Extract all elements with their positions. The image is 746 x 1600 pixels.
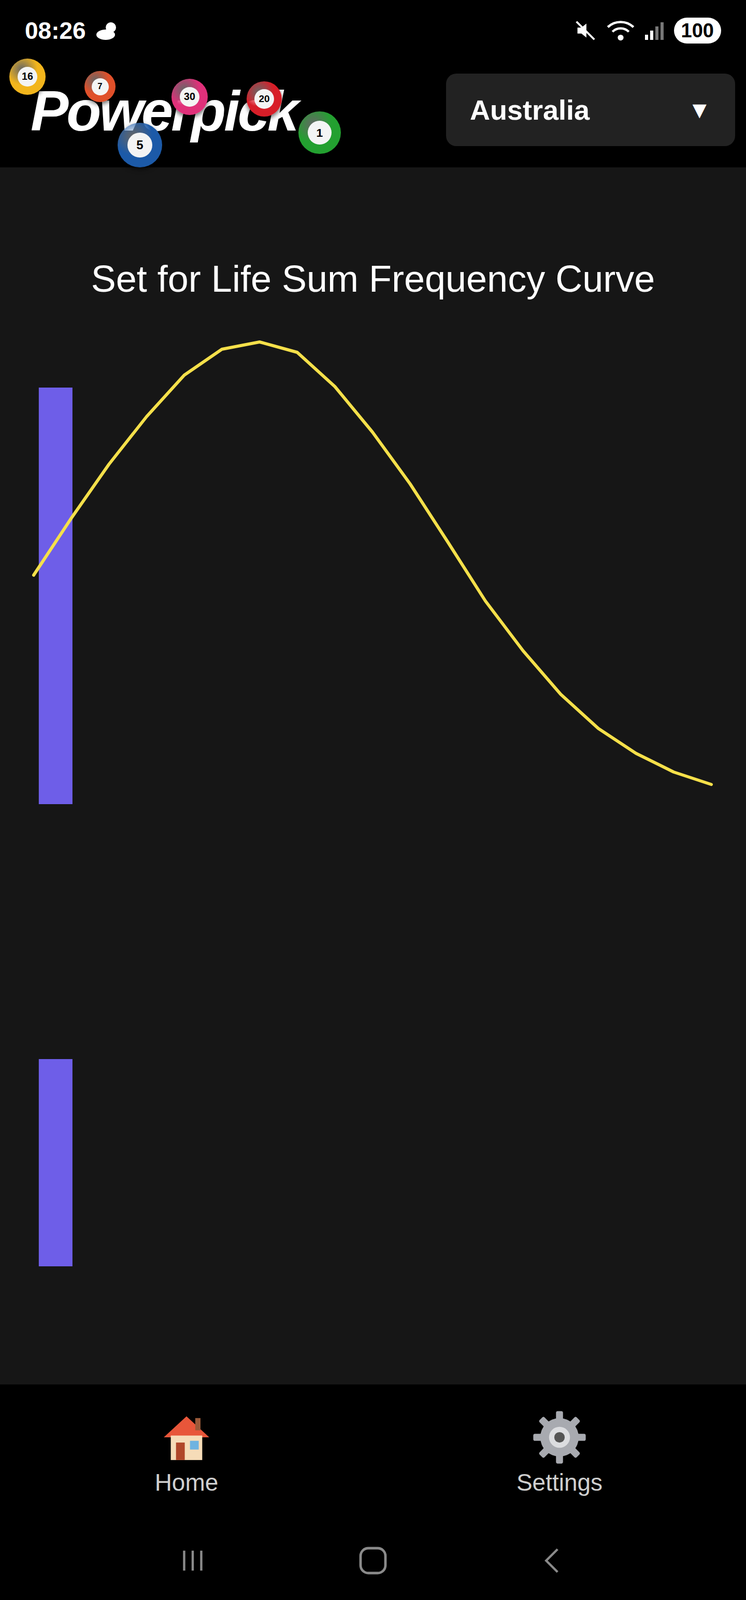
lottery-ball: 1 <box>298 111 341 154</box>
status-bar: 08:26 100 <box>0 0 746 62</box>
app-screen: 08:26100Powerpick167302051Australia▼Set … <box>0 0 746 1600</box>
country-select[interactable]: Australia▼ <box>446 73 736 147</box>
signal-icon <box>643 20 665 41</box>
nav-item[interactable]: Settings <box>373 1384 746 1521</box>
frequency-bar <box>38 1058 73 1267</box>
frequency-bar <box>38 387 73 805</box>
sum-frequency-chart <box>0 326 746 1280</box>
back-icon[interactable] <box>536 1543 571 1578</box>
header: 08:26100Powerpick167302051Australia▼ <box>0 0 746 168</box>
lottery-ball: 30 <box>171 78 208 116</box>
dropdown-arrow: ▼ <box>687 92 712 128</box>
frequency-curve <box>33 341 712 785</box>
system-nav-bar <box>0 1520 746 1600</box>
powerpick-logo: Powerpick167302051 <box>10 46 353 168</box>
bottom-nav: HomeSettings <box>0 1384 746 1521</box>
chart-panel: Set for Life Sum Frequency Curve <box>0 167 746 1385</box>
recent-apps-icon[interactable] <box>175 1543 210 1578</box>
wifi-icon <box>606 18 635 43</box>
lottery-ball: 7 <box>84 70 116 103</box>
battery-indicator: 100 <box>673 17 722 44</box>
lottery-ball: 16 <box>9 58 46 95</box>
home-button-icon[interactable] <box>354 1541 392 1580</box>
nav-item[interactable]: Home <box>0 1384 373 1521</box>
weather-icon <box>95 20 121 41</box>
chart-title: Set for Life Sum Frequency Curve <box>91 258 655 327</box>
gear-icon <box>531 1409 588 1466</box>
status-time: 08:26 <box>24 12 86 49</box>
lottery-ball: 20 <box>246 81 282 117</box>
lottery-ball: 5 <box>117 122 163 168</box>
home-icon <box>158 1409 215 1466</box>
mute-icon <box>573 18 598 43</box>
